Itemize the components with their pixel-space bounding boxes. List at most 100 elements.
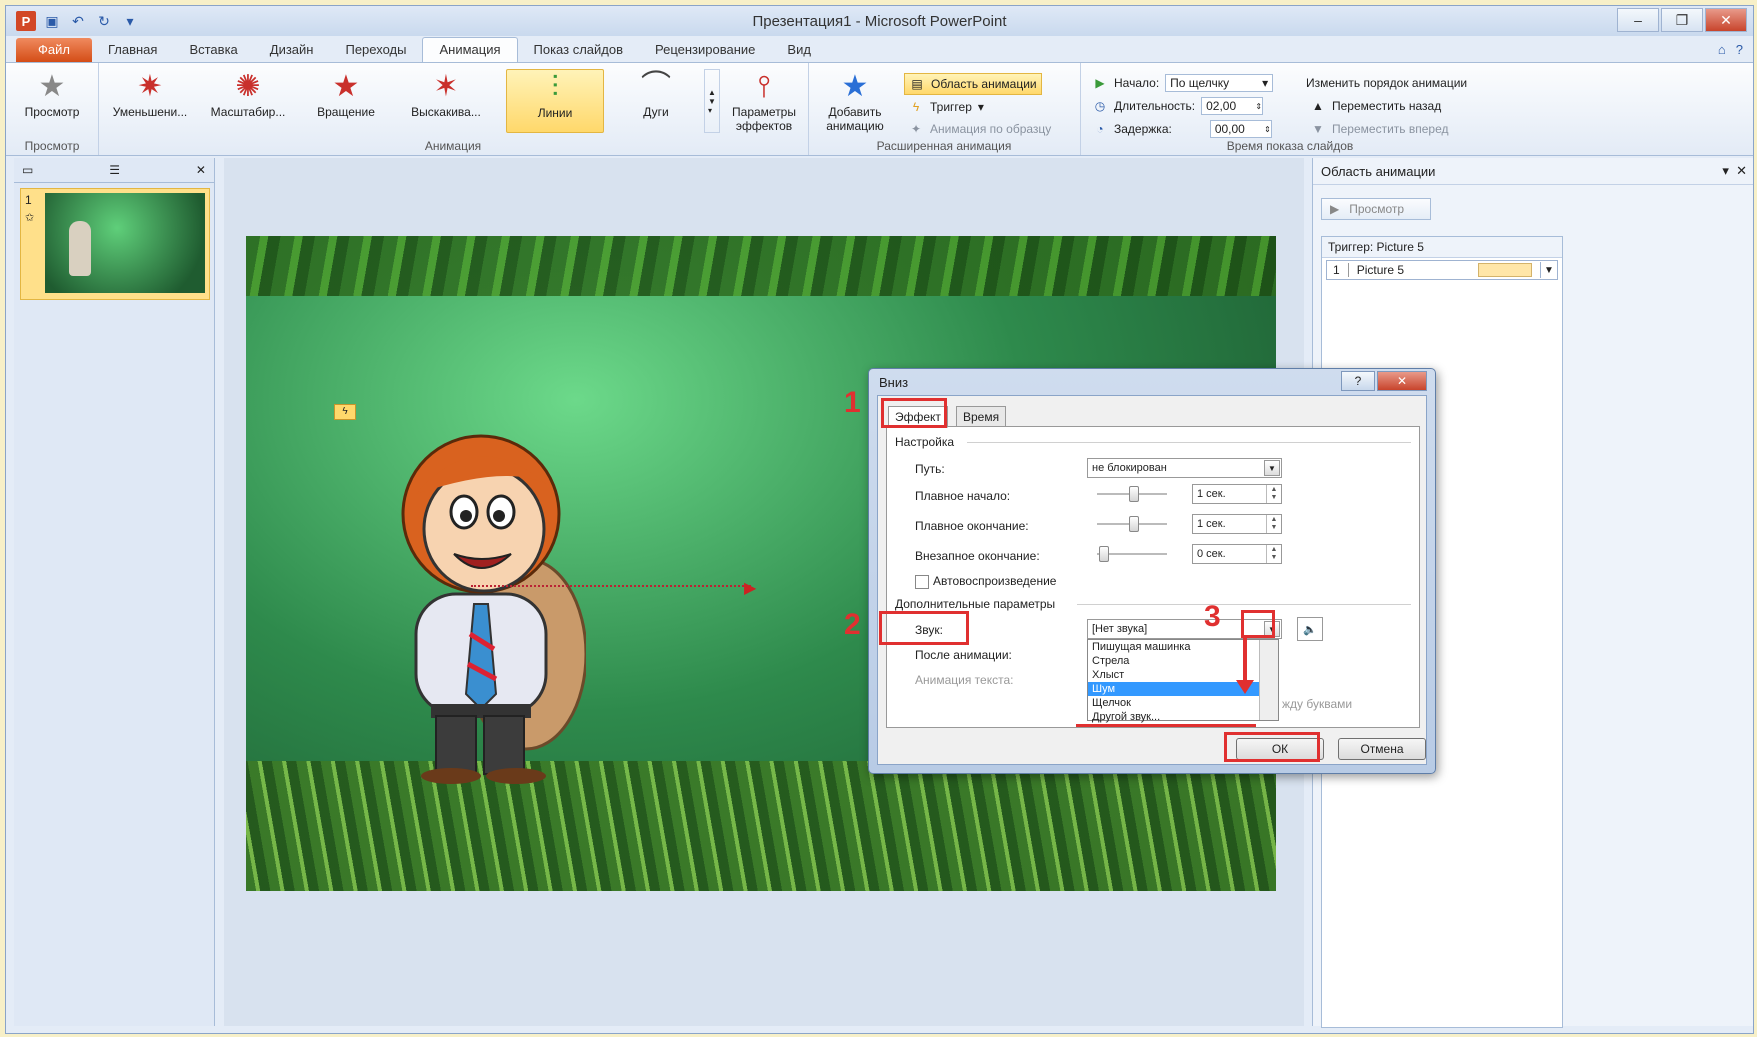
preview-star-icon: ★ (38, 70, 66, 103)
minimize-ribbon-icon[interactable]: ⌂ (1718, 42, 1726, 57)
spin-arrows-icon: ⇕ (1264, 124, 1271, 134)
tab-animations[interactable]: Анимация (422, 37, 518, 62)
effect-arcs[interactable]: ⌒ Дуги (610, 69, 702, 131)
bounce-end-spinner[interactable]: 0 сек. ▲ ▼ (1192, 544, 1282, 564)
chevron-down-icon: ▾ (977, 100, 984, 114)
pane-menu-icon[interactable]: ▾ (1722, 163, 1729, 178)
chevron-down-icon[interactable]: ▼ (1540, 262, 1557, 278)
zoom-star-icon: ✺ (235, 70, 261, 103)
play-icon: ▶ (1095, 76, 1105, 90)
outline-tab-icon[interactable]: ☰ (109, 163, 120, 177)
smooth-start-spinner[interactable]: 1 сек. ▲ ▼ (1192, 484, 1282, 504)
tab-file[interactable]: Файл (16, 38, 92, 62)
duration-spinner[interactable]: 02,00 ⇕ (1201, 97, 1264, 115)
slides-tab-icon[interactable]: ▭ (22, 163, 33, 177)
close-icon[interactable]: ✕ (1705, 8, 1747, 32)
settings-section: Настройка (895, 435, 955, 449)
sound-option[interactable]: Другой звук... (1088, 710, 1278, 724)
close-panel-icon[interactable]: ✕ (196, 163, 206, 177)
animation-pane-button[interactable]: ▤ Область анимации (904, 73, 1042, 95)
path-dropdown[interactable]: не блокирован ▼ (1087, 458, 1282, 478)
autoreverse-checkbox[interactable] (915, 575, 929, 589)
annotation-box-sound-dropdown (1241, 610, 1275, 638)
start-dropdown[interactable]: По щелчку ▾ (1165, 74, 1274, 92)
arcs-path-icon: ⌒ (641, 70, 671, 103)
title-bar: P ▣ ↶ ↻ ▾ Презентация1 - Microsoft Power… (6, 6, 1753, 36)
animation-play-button[interactable]: ▶ Просмотр (1321, 198, 1431, 220)
annotation-box-ok (1224, 732, 1320, 762)
spin-arrows-icon: ▲ ▼ (1266, 545, 1281, 563)
volume-button[interactable]: 🔈 (1297, 617, 1323, 641)
tab-home[interactable]: Главная (92, 38, 173, 62)
tab-design[interactable]: Дизайн (254, 38, 330, 62)
shrink-star-icon: ✷ (137, 70, 163, 103)
effect-tab-panel: Настройка Путь: не блокирован ▼ Плавное … (886, 426, 1420, 728)
tab-insert[interactable]: Вставка (173, 38, 253, 62)
effect-spin[interactable]: ★ Вращение (300, 69, 392, 131)
slides-panel: ▭ ☰ ✕ 1 ✩ (14, 158, 215, 1026)
smooth-end-spinner[interactable]: 1 сек. ▲ ▼ (1192, 514, 1282, 534)
slider-thumb[interactable] (1099, 546, 1109, 562)
path-label: Путь: (915, 462, 945, 476)
slide-thumbnail[interactable]: 1 ✩ (20, 188, 210, 300)
list-scrollbar[interactable] (1259, 640, 1278, 720)
animation-trigger-icon[interactable]: ϟ (334, 404, 356, 420)
gallery-scroll[interactable]: ▲ ▼ ▾ (704, 69, 720, 133)
preview-button[interactable]: ★ Просмотр (10, 69, 94, 131)
duration-row: ◷ Длительность: 02,00 ⇕ (1092, 96, 1264, 116)
sound-option[interactable]: Щелчок (1088, 696, 1278, 710)
play-icon: ▶ (1330, 202, 1340, 216)
preview-group: ★ Просмотр Просмотр (6, 63, 99, 155)
autoreverse-label: Автовоспроизведение (933, 574, 1057, 588)
animation-painter-button[interactable]: ✦ Анимация по образцу (908, 119, 1051, 139)
bounce-end-slider[interactable] (1097, 546, 1167, 562)
dialog-body: Эффект Время Настройка Путь: не блокиров… (877, 395, 1427, 765)
effect-options-button[interactable]: ⫯ Параметры эффектов (722, 69, 806, 133)
motion-path-end-icon[interactable]: ▶ (744, 578, 756, 598)
between-letters-label: жду буквами (1282, 697, 1353, 711)
slider-thumb[interactable] (1129, 486, 1139, 502)
effect-bounce[interactable]: ✶ Выскакива... (400, 69, 492, 131)
tab-slideshow[interactable]: Показ слайдов (518, 38, 640, 62)
effect-shrink[interactable]: ✷ Уменьшени... (104, 69, 196, 131)
clock-icon: ◷ (1094, 99, 1106, 113)
smooth-start-slider[interactable] (1097, 486, 1167, 502)
painter-icon: ✦ (910, 122, 922, 136)
delay-spinner[interactable]: 00,00 ⇕ (1209, 120, 1272, 138)
leaves-decoration (246, 236, 1276, 296)
add-animation-button[interactable]: ★ Добавить анимацию (812, 69, 898, 133)
delay-row: ◔ Задержка: 00,00 ⇕ (1092, 119, 1272, 139)
lightning-icon: ϟ (912, 100, 920, 114)
help-icon[interactable]: ? (1341, 371, 1375, 391)
minimize-icon[interactable]: – (1617, 8, 1659, 32)
help-icon[interactable]: ? (1736, 42, 1743, 57)
tab-review[interactable]: Рецензирование (639, 38, 771, 62)
reorder-title: Изменить порядок анимации (1306, 76, 1468, 90)
animation-list-item[interactable]: 1 Picture 5 ▼ (1326, 260, 1558, 280)
move-later-button[interactable]: ▼ Переместить вперед (1310, 119, 1448, 139)
tab-view[interactable]: Вид (771, 38, 827, 62)
sound-option[interactable]: Пишущая машинка (1088, 640, 1278, 654)
effect-zoom[interactable]: ✺ Масштабир... (202, 69, 294, 131)
schoolboy-picture[interactable] (356, 404, 586, 784)
maximize-icon[interactable]: ❐ (1661, 8, 1703, 32)
tab-timing[interactable]: Время (956, 406, 1007, 428)
spin-arrows-icon: ▲ ▼ (1266, 515, 1281, 533)
text-animation-label: Анимация текста: (915, 673, 1014, 687)
effect-lines[interactable]: ⫶ Линии (506, 69, 604, 133)
smooth-end-slider[interactable] (1097, 516, 1167, 532)
sound-option[interactable]: Стрела (1088, 654, 1278, 668)
motion-path-line[interactable] (471, 585, 751, 587)
slider-thumb[interactable] (1129, 516, 1139, 532)
speaker-icon: 🔈 (1303, 623, 1317, 636)
window-title: Презентация1 - Microsoft PowerPoint (752, 13, 1007, 30)
trigger-button[interactable]: ϟ Триггер ▾ (908, 97, 984, 117)
animation-group: ✷ Уменьшени... ✺ Масштабир... ★ Вращение… (98, 63, 809, 155)
slide-thumbnail-image (45, 193, 205, 293)
tab-transitions[interactable]: Переходы (329, 38, 422, 62)
cancel-button[interactable]: Отмена (1338, 738, 1426, 760)
close-pane-icon[interactable]: ✕ (1736, 163, 1747, 178)
effect-options-icon: ⫯ (757, 70, 771, 103)
close-icon[interactable]: ✕ (1377, 371, 1427, 391)
move-earlier-button[interactable]: ▲ Переместить назад (1310, 96, 1441, 116)
